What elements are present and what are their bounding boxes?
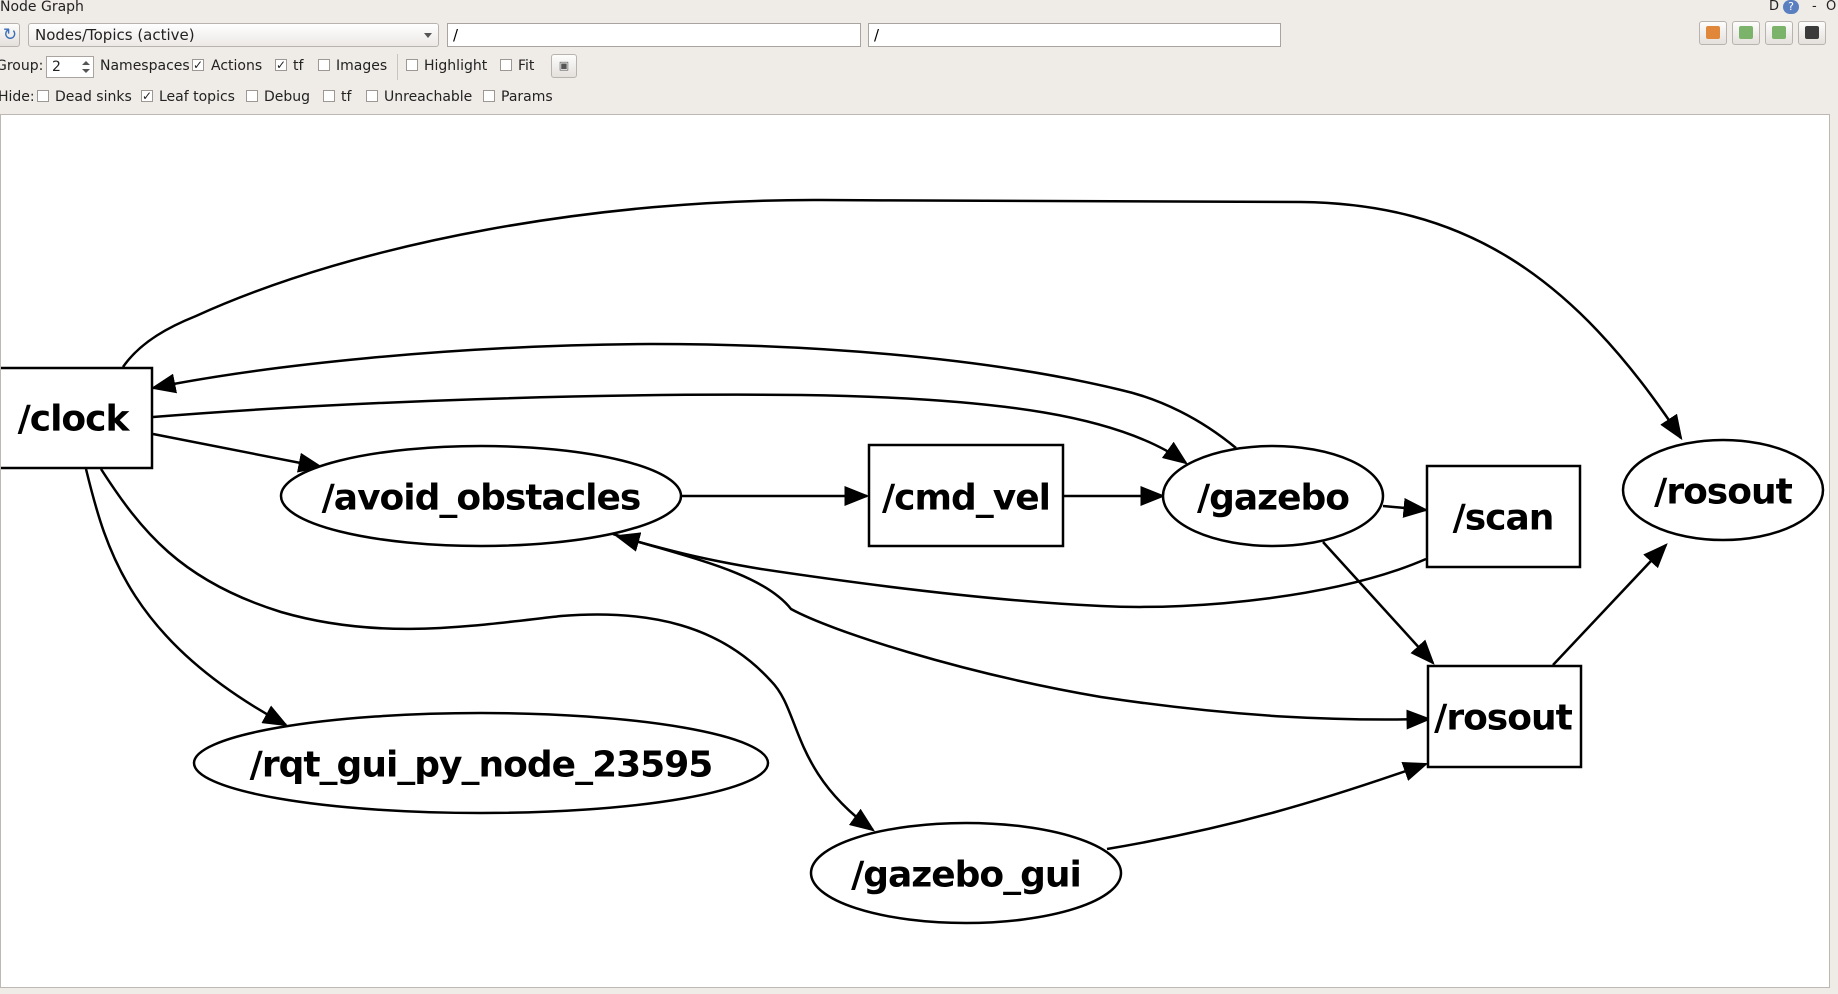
- fit-checkbox[interactable]: [500, 59, 512, 71]
- graph-mode-select[interactable]: Nodes/Topics (active): [28, 23, 439, 47]
- dock-button[interactable]: D: [1769, 0, 1779, 14]
- hide-options-row: Hide: Dead sinks ✓ Leaf topics Debug tf …: [0, 85, 600, 109]
- edge-gazebo-scan: [1382, 497, 1429, 518]
- node-cmd-vel-label: /cmd_vel: [882, 478, 1050, 519]
- spin-up-icon[interactable]: [82, 61, 90, 65]
- node-rqt-gui-label: /rqt_gui_py_node_23595: [250, 745, 713, 786]
- save-image-icon: [1772, 26, 1786, 39]
- leaf-topics-label: Leaf topics: [159, 89, 235, 105]
- node-gazebo-gui-label: /gazebo_gui: [851, 855, 1081, 896]
- debug-checkbox[interactable]: [246, 90, 258, 102]
- filter-toolbar: ↻ Nodes/Topics (active): [0, 22, 1838, 48]
- dead-sinks-checkbox[interactable]: [37, 90, 49, 102]
- save-dot-button[interactable]: [1732, 21, 1760, 45]
- graph-canvas[interactable]: /clock /avoid_obstacles /cmd_vel /gazebo…: [0, 114, 1830, 988]
- namespaces-label: Namespaces: [100, 58, 190, 74]
- minimize-button[interactable]: -: [1812, 0, 1817, 14]
- params-checkbox[interactable]: [483, 90, 495, 102]
- node-filter-input[interactable]: [447, 23, 861, 47]
- images-checkbox[interactable]: [318, 59, 330, 71]
- group-label: Group:: [0, 58, 44, 74]
- node-clock-label: /clock: [18, 399, 131, 440]
- hide-tf-label: tf: [341, 89, 352, 105]
- debug-label: Debug: [264, 89, 311, 105]
- group-value: 2: [52, 59, 61, 75]
- edge-clock-avoid: [152, 432, 324, 473]
- edge-avoid-rosout-topic: [612, 532, 1432, 730]
- load-dot-button[interactable]: [1699, 21, 1727, 45]
- highlight-label: Highlight: [424, 58, 488, 74]
- folder-icon: [1706, 26, 1720, 39]
- leaf-topics-checkbox[interactable]: ✓: [141, 90, 153, 102]
- close-button[interactable]: O: [1826, 0, 1836, 14]
- tf-label: tf: [293, 58, 304, 74]
- save-image-button[interactable]: [1798, 21, 1826, 45]
- node-rosout-topic-label: /rosout: [1434, 698, 1572, 739]
- edge-clock-rqt: [84, 468, 289, 727]
- hide-label: Hide:: [0, 89, 35, 105]
- screen-icon: [1805, 26, 1819, 39]
- refresh-button[interactable]: ↻: [0, 23, 20, 47]
- spin-down-icon[interactable]: [82, 69, 90, 73]
- images-label: Images: [336, 58, 388, 74]
- chevron-down-icon: [424, 33, 432, 38]
- node-gazebo-label: /gazebo: [1197, 478, 1349, 519]
- group-options-row: Group: 2 Namespaces ✓ Actions ✓ tf Image…: [0, 54, 600, 80]
- save-svg-button[interactable]: [1765, 21, 1793, 45]
- group-spinbox[interactable]: 2: [46, 56, 94, 78]
- node-scan-label: /scan: [1453, 498, 1554, 539]
- save-icon: [1739, 26, 1753, 39]
- tf-checkbox[interactable]: ✓: [275, 59, 287, 71]
- edge-gazebo-rosout-topic: [1322, 541, 1435, 665]
- edge-gazebo-gui-rosout-topic: [1106, 762, 1429, 851]
- actions-checkbox[interactable]: ✓: [192, 59, 204, 71]
- graph-mode-value: Nodes/Topics (active): [35, 26, 195, 44]
- params-label: Params: [501, 89, 553, 105]
- actions-label: Actions: [211, 58, 263, 74]
- graph-svg: /clock /avoid_obstacles /cmd_vel /gazebo…: [1, 198, 1825, 925]
- edge-clock-rosout-node: [121, 198, 1683, 441]
- dead-sinks-label: Dead sinks: [55, 89, 132, 105]
- topic-filter-input[interactable]: [868, 23, 1281, 47]
- title-bar: Node Graph D ? - O: [0, 0, 1838, 16]
- highlight-checkbox[interactable]: [406, 59, 418, 71]
- hide-tf-checkbox[interactable]: [323, 90, 335, 102]
- unreachable-checkbox[interactable]: [366, 90, 378, 102]
- window-title: Node Graph: [0, 0, 84, 15]
- toolbar-separator: [397, 54, 398, 80]
- fit-label: Fit: [518, 58, 535, 74]
- node-avoid-obstacles-label: /avoid_obstacles: [322, 478, 641, 519]
- unreachable-label: Unreachable: [384, 89, 473, 105]
- help-icon[interactable]: ?: [1783, 0, 1799, 14]
- node-rosout-node-label: /rosout: [1654, 472, 1792, 513]
- fit-view-icon: ▣: [558, 59, 570, 72]
- fit-in-view-button[interactable]: ▣: [551, 54, 577, 78]
- refresh-icon: ↻: [2, 25, 18, 45]
